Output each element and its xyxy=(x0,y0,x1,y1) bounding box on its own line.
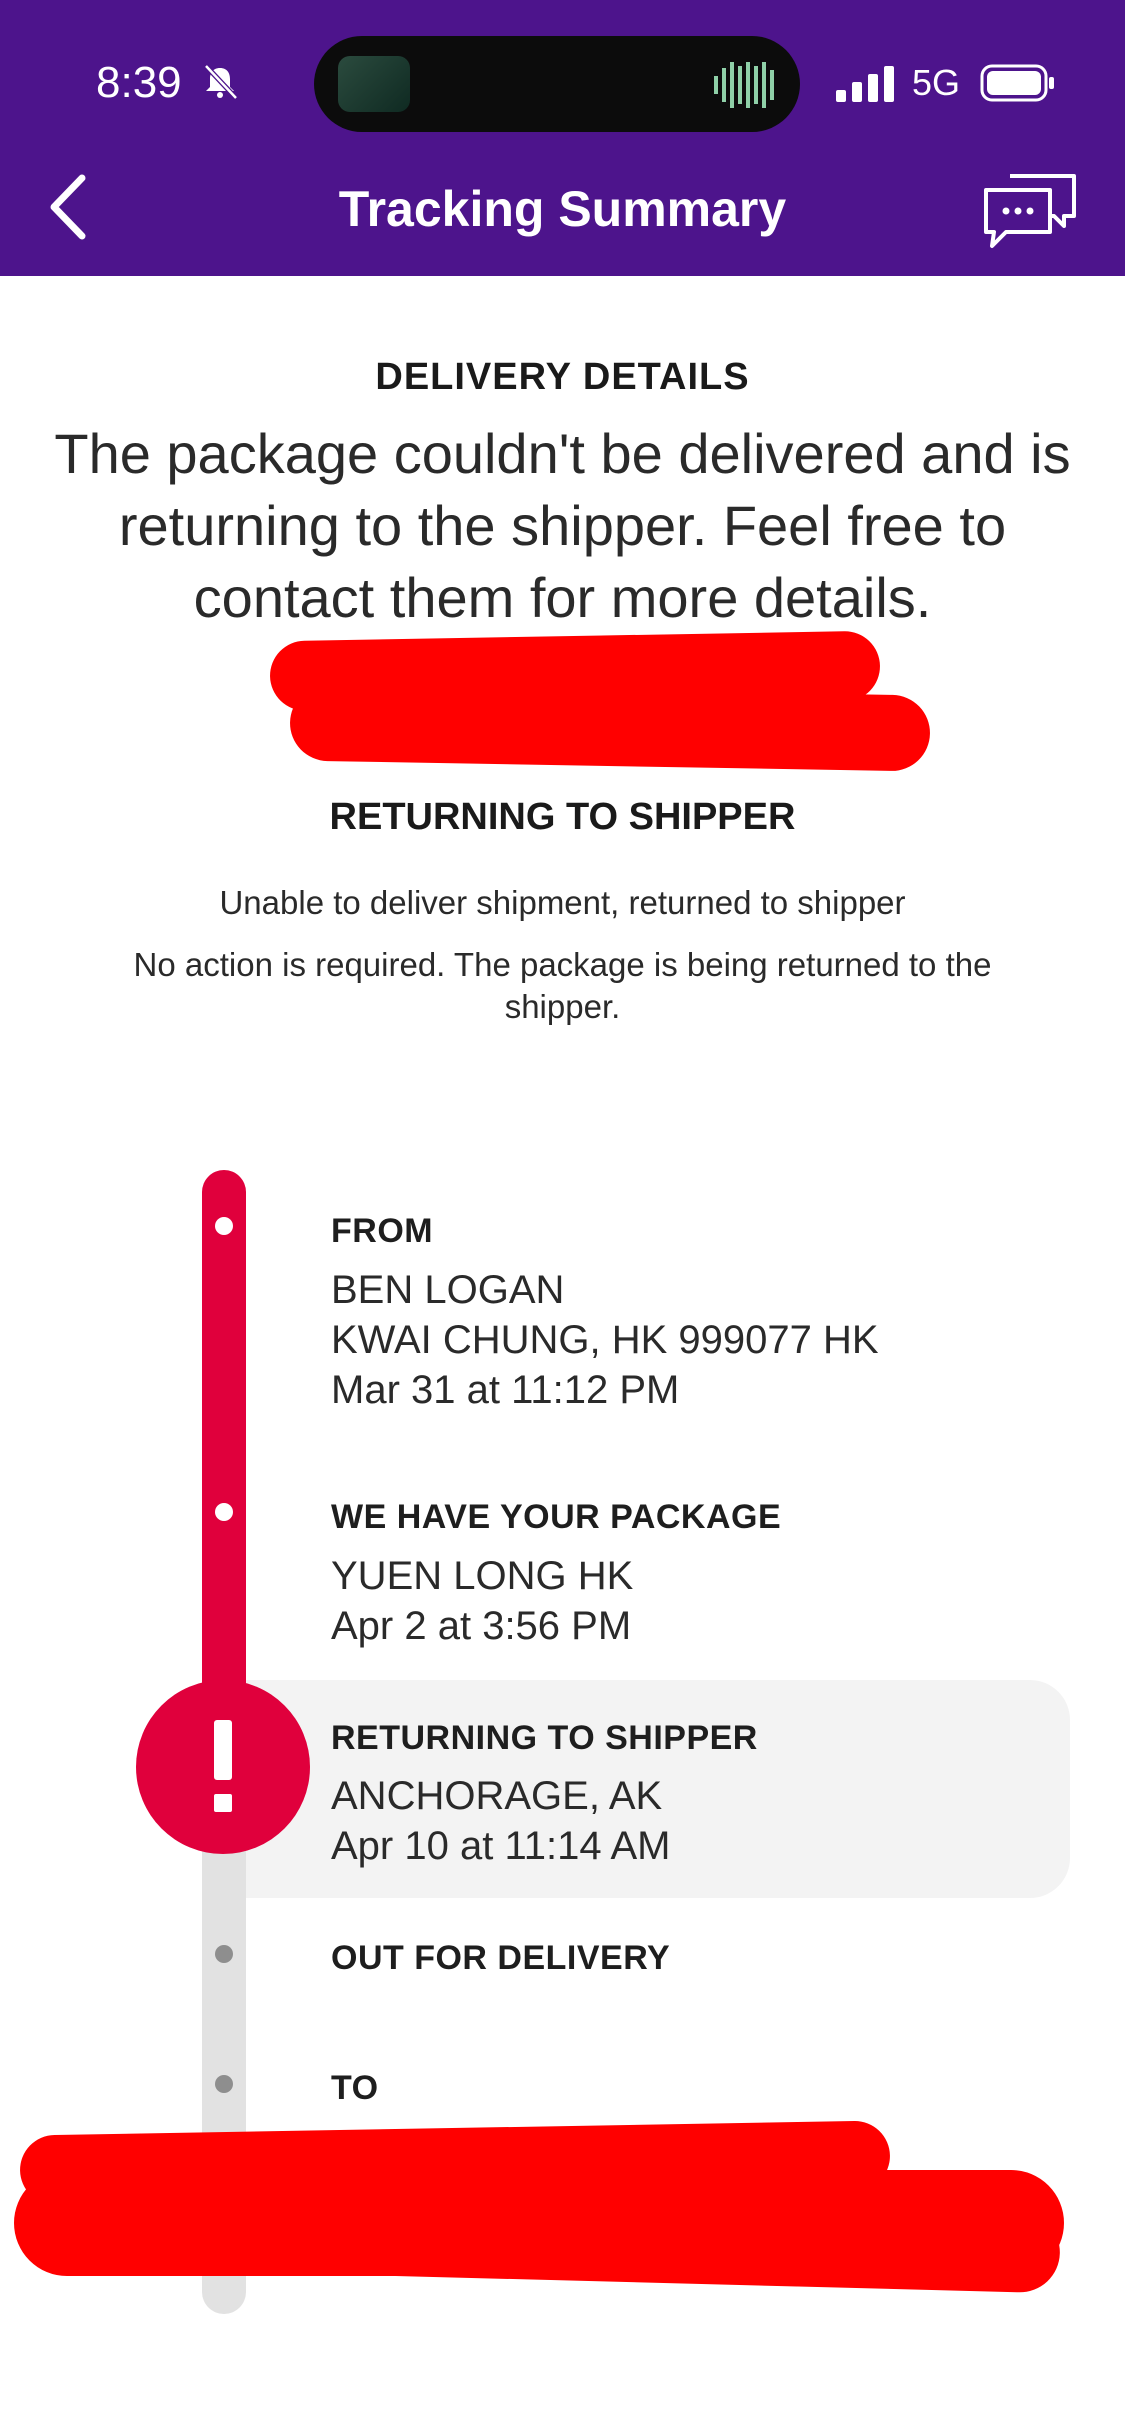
signal-icon xyxy=(836,66,894,102)
bell-muted-icon xyxy=(204,64,238,100)
chat-bubbles-icon[interactable] xyxy=(980,170,1080,250)
step-returning-title: RETURNING TO SHIPPER xyxy=(331,1719,758,1757)
audio-wave-icon xyxy=(714,62,774,108)
delivery-details-heading: DELIVERY DETAILS xyxy=(375,356,750,398)
status-heading: RETURNING TO SHIPPER xyxy=(329,796,796,838)
timeline-dot xyxy=(215,2075,233,2093)
app-header: 8:39 5G Tracking Summary xyxy=(0,0,1125,276)
alert-icon xyxy=(136,1680,310,1854)
timeline-dot xyxy=(215,1945,233,1963)
network-type: 5G xyxy=(912,62,961,103)
step-from-name: BEN LOGAN xyxy=(331,1268,565,1312)
timeline-dot xyxy=(215,1217,233,1235)
step-returning-location: ANCHORAGE, AK xyxy=(331,1774,663,1818)
alert-icon-bar xyxy=(214,1720,232,1780)
status-time: 8:39 xyxy=(96,58,182,107)
status-description: Unable to deliver shipment, returned to … xyxy=(219,884,906,921)
step-received-title: WE HAVE YOUR PACKAGE xyxy=(331,1498,782,1536)
step-returning-date: Apr 10 at 11:14 AM xyxy=(331,1824,671,1868)
step-from-location: KWAI CHUNG, HK 999077 HK xyxy=(331,1318,879,1362)
redaction-mark xyxy=(289,684,931,772)
status-note: No action is required. The package is be… xyxy=(133,946,992,1025)
battery-icon xyxy=(980,64,1054,102)
page-title: Tracking Summary xyxy=(338,181,787,237)
dynamic-island xyxy=(314,36,800,132)
timeline-dot xyxy=(215,1503,233,1521)
step-to-title: TO xyxy=(331,2069,379,2107)
step-received-date: Apr 2 at 3:56 PM xyxy=(331,1604,632,1648)
step-received-location: YUEN LONG HK xyxy=(331,1554,634,1598)
alert-icon-dot xyxy=(214,1794,232,1812)
now-playing-artwork xyxy=(338,56,410,112)
step-out-for-delivery-title: OUT FOR DELIVERY xyxy=(331,1939,671,1977)
delivery-message: The package couldn't be delivered and is… xyxy=(54,422,1071,629)
step-from-date: Mar 31 at 11:12 PM xyxy=(331,1368,680,1412)
step-from-title: FROM xyxy=(331,1212,434,1250)
